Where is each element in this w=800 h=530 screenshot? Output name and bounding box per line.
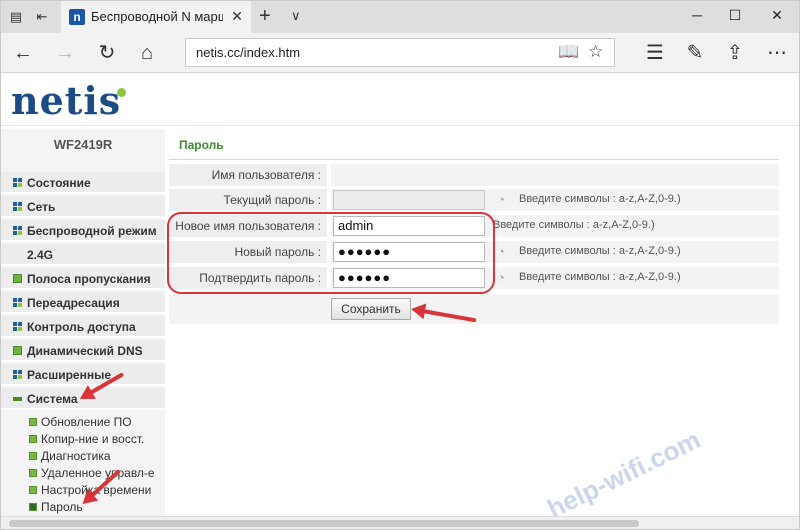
menu-bullet-icon (13, 322, 22, 331)
menu-bullet-icon (13, 298, 22, 307)
active-tab[interactable]: n Беспроводной N марш ✕ (61, 1, 251, 33)
input-hint: Введите символы : a-z,A-Z,0-9.) (519, 193, 681, 205)
favorites-hub-icon[interactable]: ☰ (643, 41, 667, 65)
navigation-bar: ← → ↻ ⌂ netis.cc/index.htm 📖 ☆ ☰ ✎ ⇪ ⋯ (1, 33, 799, 73)
username-row: Имя пользователя : (169, 164, 779, 186)
input-hint: Введите символы : a-z,A-Z,0-9.) (493, 219, 655, 231)
netis-logo: netis (11, 78, 122, 123)
router-admin-page: netis WF2419R Состояние Сеть Беспроводно… (1, 74, 799, 529)
set-aside-tabs-icon[interactable]: ⇤ (33, 8, 51, 26)
favorite-star-icon[interactable]: ☆ (588, 42, 603, 62)
sidebar-item-label: Сеть (27, 200, 56, 214)
highlight-ellipse (167, 212, 495, 294)
sidebar-item-label: 2.4G (27, 248, 54, 262)
submenu-bullet-icon (29, 452, 37, 460)
watermark: help-wifi.com (542, 424, 706, 524)
section-divider (169, 159, 779, 160)
reading-view-icon[interactable]: 📖 (558, 42, 579, 62)
username-value-cell (331, 164, 779, 186)
forward-icon[interactable]: → (53, 41, 77, 65)
scrollbar-thumb[interactable] (9, 520, 639, 527)
new-tab-icon[interactable]: + (259, 5, 271, 28)
sidebar-item-ddns[interactable]: Динамический DNS (1, 340, 165, 362)
sidebar-item-label: Контроль доступа (27, 320, 136, 334)
sidebar-item-advanced[interactable]: Расширенные (1, 364, 165, 386)
sidebar-item-network[interactable]: Сеть (1, 196, 165, 218)
browser-window: ▤ ⇤ n Беспроводной N марш ✕ + ∨ ─ ☐ ✕ ← … (0, 0, 800, 530)
sidebar-subitem-label: Удаленное управл-е (41, 466, 155, 480)
sidebar-subitem-label: Обновление ПО (41, 415, 132, 429)
tab-bar: ▤ ⇤ n Беспроводной N марш ✕ + ∨ ─ ☐ ✕ (1, 1, 799, 33)
share-icon[interactable]: ⇪ (723, 41, 747, 65)
netis-favicon-icon: n (69, 9, 85, 25)
back-icon[interactable]: ← (11, 41, 35, 65)
close-icon[interactable]: ✕ (231, 8, 243, 25)
sidebar-item-label: Полоса пропускания (27, 272, 151, 286)
save-button[interactable]: Сохранить (331, 298, 411, 320)
sidebar-item-label: Переадресация (27, 296, 120, 310)
horizontal-scrollbar[interactable] (1, 516, 799, 529)
menu-bullet-icon (13, 178, 22, 187)
sidebar-subitem-label: Копир-ние и восст. (41, 432, 145, 446)
current-password-row: Текущий пароль : ◔ Введите символы : a-z… (169, 189, 779, 211)
refresh-icon[interactable]: ↻ (95, 41, 119, 65)
header: netis (1, 74, 799, 126)
submenu-bullet-icon (29, 418, 37, 426)
current-password-label: Текущий пароль : (169, 189, 327, 211)
menu-bullet-icon (13, 346, 22, 355)
chevron-down-icon[interactable]: ∨ (291, 8, 301, 24)
menu-bullet-icon (13, 202, 22, 211)
sidebar-item-forwarding[interactable]: Переадресация (1, 292, 165, 314)
pen-notes-icon[interactable]: ✎ (683, 41, 707, 65)
input-hint: Введите символы : a-z,A-Z,0-9.) (519, 245, 681, 257)
sidebar-item-label: Система (27, 392, 78, 406)
home-icon[interactable]: ⌂ (135, 41, 159, 65)
sidebar-item-wireless[interactable]: Беспроводной режим (1, 220, 165, 242)
url-text: netis.cc/index.htm (196, 45, 301, 60)
show-password-icon[interactable]: ◔ (493, 244, 509, 260)
window-close-icon[interactable]: ✕ (767, 7, 787, 24)
sidebar-item-label: Состояние (27, 176, 91, 190)
submenu-bullet-icon (29, 469, 37, 477)
tab-manager-icon[interactable]: ▤ (7, 8, 25, 26)
sidebar-item-label: Расширенные (27, 368, 111, 382)
menu-bullet-icon (13, 370, 22, 379)
sidebar: WF2419R Состояние Сеть Беспроводной режи… (1, 129, 165, 529)
address-bar[interactable]: netis.cc/index.htm 📖 ☆ (185, 38, 615, 67)
submenu-bullet-icon (29, 503, 37, 511)
section-title: Пароль (179, 138, 224, 152)
sidebar-item-status[interactable]: Состояние (1, 172, 165, 194)
menu-bullet-icon (13, 274, 22, 283)
maximize-icon[interactable]: ☐ (725, 7, 745, 24)
sidebar-item-bandwidth[interactable]: Полоса пропускания (1, 268, 165, 290)
show-password-icon[interactable]: ◔ (493, 192, 509, 208)
show-password-icon[interactable]: ◔ (493, 270, 509, 286)
menu-bullet-icon (13, 226, 22, 235)
sidebar-item-24g[interactable]: 2.4G (1, 244, 165, 266)
submenu-bullet-icon (29, 435, 37, 443)
sidebar-subitem-label: Диагностика (41, 449, 111, 463)
sidebar-item-label: Беспроводной режим (27, 224, 157, 238)
submenu-bullet-icon (29, 486, 37, 494)
minimize-icon[interactable]: ─ (687, 7, 707, 23)
menu-bullet-icon (13, 397, 22, 401)
more-icon[interactable]: ⋯ (765, 41, 789, 65)
current-password-cell: ◔ Введите символы : a-z,A-Z,0-9.) (331, 189, 779, 211)
model-name: WF2419R (53, 137, 113, 152)
current-password-input[interactable] (333, 190, 485, 210)
sidebar-item-label: Динамический DNS (27, 344, 143, 358)
username-label: Имя пользователя : (169, 164, 327, 186)
tab-title: Беспроводной N марш (91, 9, 223, 24)
sidebar-subitem-label: Пароль (41, 500, 83, 514)
input-hint: Введите символы : a-z,A-Z,0-9.) (519, 271, 681, 283)
logo-dot (117, 88, 126, 97)
sidebar-item-access-control[interactable]: Контроль доступа (1, 316, 165, 338)
